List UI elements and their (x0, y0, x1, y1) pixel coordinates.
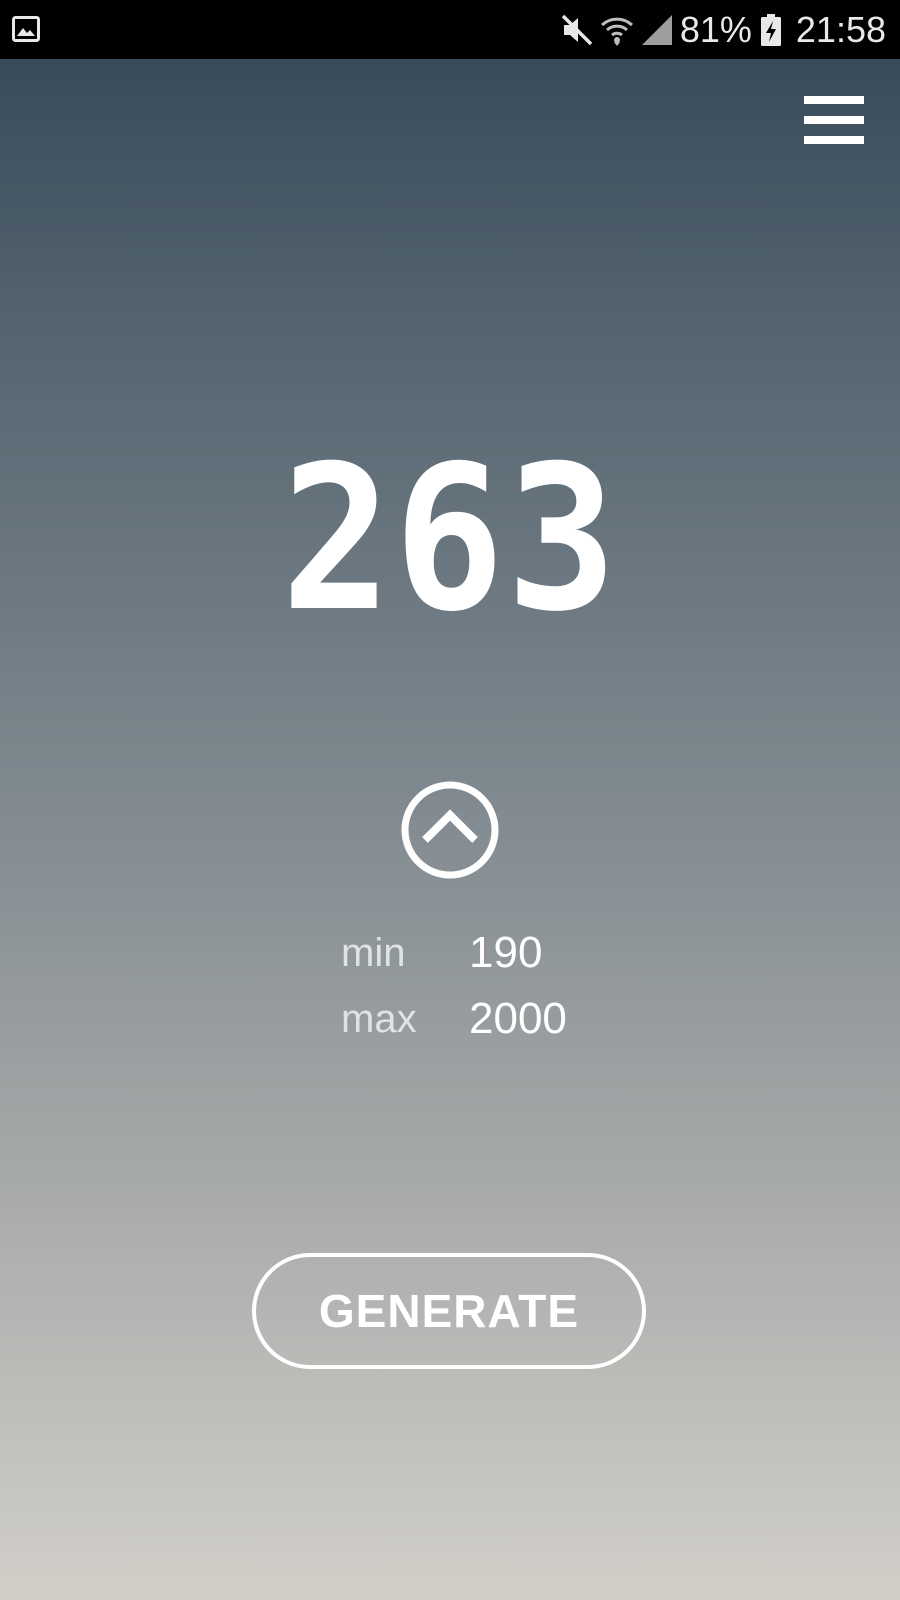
range-settings: min 190 max 2000 (341, 920, 641, 1052)
wifi-icon (600, 17, 633, 46)
gallery-icon (12, 16, 40, 42)
battery-percent: 81% (679, 9, 752, 50)
max-value[interactable]: 2000 (469, 994, 567, 1044)
min-label: min (341, 930, 406, 975)
chevron-up-circle-icon[interactable] (400, 780, 500, 880)
menu-bar (804, 116, 864, 124)
battery-charging-icon (760, 13, 781, 46)
max-row[interactable]: max 2000 (341, 986, 641, 1052)
status-icons: 81% 21:58 (560, 0, 886, 59)
clock: 21:58 (795, 9, 886, 50)
max-label: max (341, 996, 417, 1041)
min-value[interactable]: 190 (469, 928, 542, 978)
menu-bar (804, 136, 864, 144)
generated-number: 263 (281, 423, 619, 656)
min-row[interactable]: min 190 (341, 920, 641, 986)
generate-button[interactable]: GENERATE (252, 1253, 646, 1369)
hamburger-menu-icon[interactable] (804, 96, 866, 148)
mute-icon (561, 14, 593, 45)
signal-icon (641, 14, 672, 45)
status-bar: 81% 21:58 (0, 0, 900, 59)
menu-bar (804, 96, 864, 104)
app-screen: 81% 21:58 263 min 190 max 2000 GENERATE (0, 0, 900, 1600)
